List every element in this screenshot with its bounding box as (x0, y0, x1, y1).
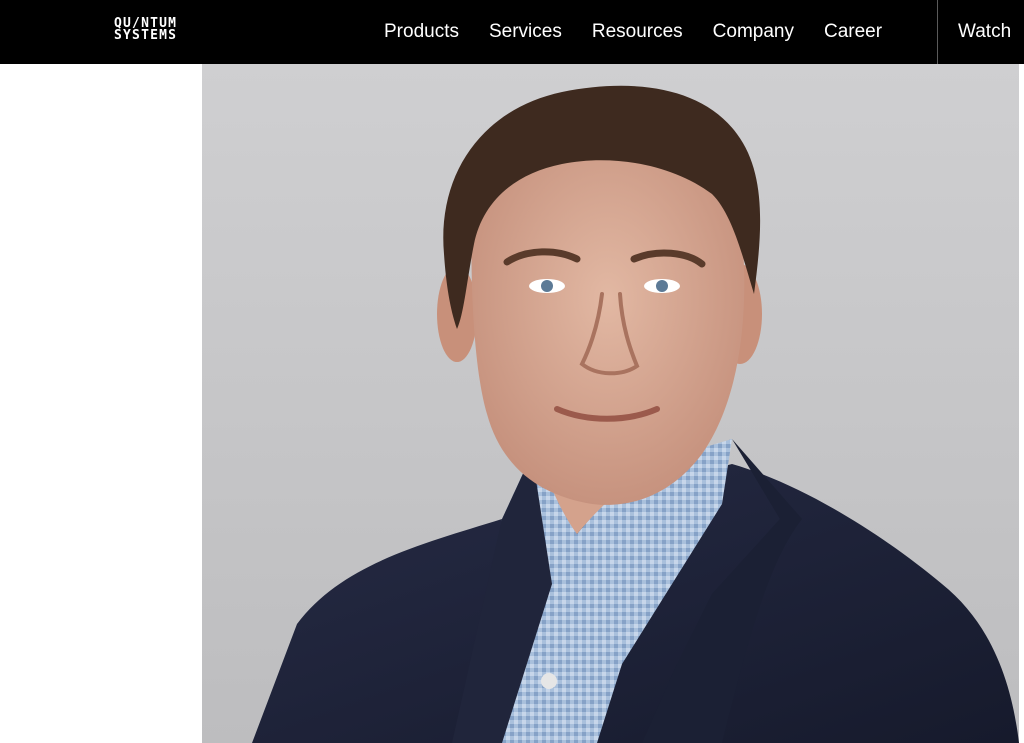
nav-item-watch[interactable]: Watch (958, 0, 1011, 64)
quantum-systems-logo[interactable]: QU/NTUM SYSTEMS (114, 17, 224, 46)
main-nav: Products Services Resources Company Care… (384, 0, 912, 64)
nav-item-products[interactable]: Products (384, 21, 459, 43)
left-iris (541, 280, 553, 292)
portrait-photo (202, 64, 1019, 743)
nav-divider (937, 0, 938, 64)
nav-item-resources[interactable]: Resources (592, 21, 683, 43)
portrait-illustration (202, 64, 1019, 743)
right-iris (656, 280, 668, 292)
logo-line-2: SYSTEMS (114, 28, 178, 43)
nav-item-career[interactable]: Career (824, 21, 882, 43)
shirt-button (541, 673, 557, 689)
top-navigation-bar: QU/NTUM SYSTEMS Products Services Resour… (0, 0, 1024, 64)
nav-item-company[interactable]: Company (713, 21, 794, 43)
nav-item-services[interactable]: Services (489, 21, 562, 43)
